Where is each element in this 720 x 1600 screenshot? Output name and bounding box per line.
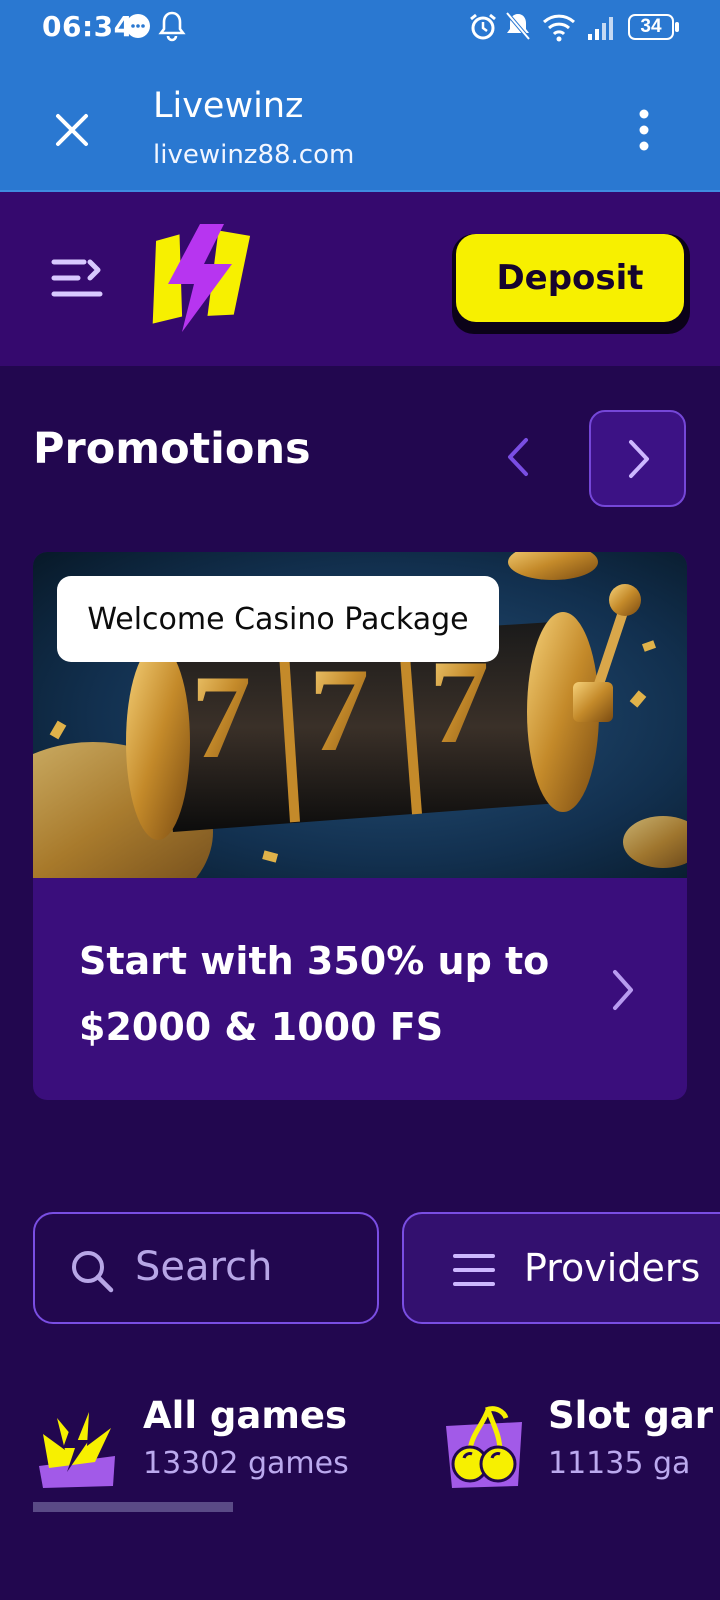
chat-bubble-icon — [126, 14, 150, 38]
site-logo[interactable] — [142, 222, 254, 334]
search-placeholder: Search — [135, 1244, 273, 1290]
category-slot-games[interactable]: Slot gar 11135 ga — [442, 1394, 720, 1500]
battery-icon: 34 — [628, 14, 674, 40]
carousel-prev-icon[interactable] — [488, 412, 548, 502]
providers-button[interactable]: Providers — [402, 1212, 720, 1324]
site-title: Livewinz — [153, 86, 304, 126]
wifi-icon — [542, 14, 576, 42]
search-icon — [72, 1251, 114, 1293]
svg-text:7: 7 — [309, 643, 369, 776]
category-count: 11135 ga — [548, 1446, 691, 1481]
category-count: 13302 games — [143, 1446, 349, 1481]
signal-icon — [588, 17, 613, 40]
alarm-icon — [470, 13, 496, 40]
category-all-games[interactable]: All games 13302 games — [33, 1394, 363, 1500]
promotions-title: Promotions — [33, 424, 311, 474]
chevron-right-icon — [613, 970, 633, 1010]
lightning-burst-icon — [39, 1412, 115, 1488]
cherry-icon — [446, 1406, 522, 1488]
providers-label: Providers — [524, 1246, 701, 1290]
site-url[interactable]: livewinz88.com — [153, 140, 354, 170]
list-icon — [453, 1254, 495, 1286]
notification-bell-icon — [158, 11, 186, 42]
promo-label: Welcome Casino Package — [57, 576, 499, 662]
status-bar: 06:34 34 — [0, 0, 720, 52]
close-icon[interactable] — [52, 110, 92, 150]
site-header: Deposit — [0, 192, 720, 366]
more-options-icon[interactable] — [632, 108, 656, 152]
menu-icon[interactable] — [50, 256, 106, 300]
category-name: Slot gar — [548, 1394, 714, 1437]
chevron-right-icon — [629, 440, 649, 478]
category-name: All games — [143, 1394, 348, 1437]
custom-tab-header: Livewinz livewinz88.com — [0, 52, 720, 192]
active-category-indicator — [33, 1502, 233, 1512]
promo-description: Start with 350% up to $2000 & 1000 FS — [79, 939, 550, 1049]
battery-tip — [675, 22, 679, 32]
status-time: 06:34 — [42, 10, 134, 43]
promo-card[interactable]: 7 7 7 Welcome Casino Package Start with … — [33, 552, 687, 1100]
search-input[interactable]: Search — [33, 1212, 379, 1324]
carousel-next-button[interactable] — [589, 410, 686, 507]
battery-level: 34 — [640, 16, 662, 37]
mute-bell-icon — [505, 11, 531, 41]
deposit-button[interactable]: Deposit — [456, 234, 684, 322]
svg-text:7: 7 — [191, 650, 251, 783]
